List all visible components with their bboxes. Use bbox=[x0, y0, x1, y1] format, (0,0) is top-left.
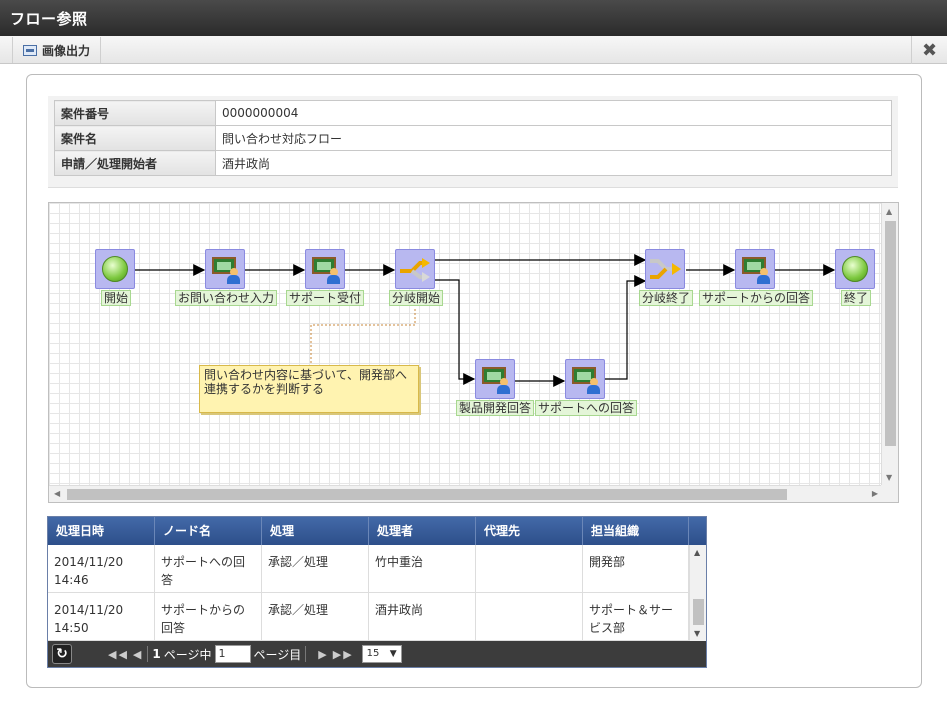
column-header-node[interactable]: ノード名 bbox=[155, 517, 262, 545]
branch-start-node[interactable] bbox=[395, 249, 435, 289]
cell-action: 承認／処理 bbox=[262, 593, 369, 641]
image-export-icon bbox=[23, 44, 37, 56]
cell-datetime: 2014/11/20 14:50 bbox=[48, 593, 155, 641]
diagram-vertical-scrollbar[interactable]: ▲ ▼ bbox=[881, 203, 898, 486]
flow-note: 問い合わせ内容に基づいて、開発部へ連携するかを判断する bbox=[199, 365, 419, 413]
cell-node: サポートへの回答 bbox=[155, 545, 262, 593]
scroll-down-icon[interactable]: ▼ bbox=[694, 629, 700, 638]
end-node-label: 終了 bbox=[841, 290, 872, 306]
prev-page-icon[interactable]: ◀ bbox=[133, 648, 143, 661]
info-row: 申請／処理開始者 酒井政尚 bbox=[54, 150, 892, 176]
pager: ↻ ◀◀ ◀ 1 ページ中 1 ページ目 ▶ ▶▶ 15 bbox=[48, 641, 706, 667]
column-header-user[interactable]: 処理者 bbox=[369, 517, 476, 545]
start-node-label: 開始 bbox=[101, 290, 132, 306]
scroll-thumb[interactable] bbox=[67, 489, 787, 500]
scroll-up-icon[interactable]: ▲ bbox=[694, 548, 700, 557]
pager-divider bbox=[147, 646, 149, 662]
info-row: 案件番号 0000000004 bbox=[54, 100, 892, 126]
user-task-icon bbox=[210, 254, 240, 284]
inquiry-node[interactable] bbox=[205, 249, 245, 289]
start-circle-icon bbox=[102, 256, 128, 282]
branch-end-node[interactable] bbox=[645, 249, 685, 289]
next-page-icon[interactable]: ▶ bbox=[318, 648, 328, 661]
case-info-table: 案件番号 0000000004 案件名 問い合わせ対応フロー 申請／処理開始者 … bbox=[54, 100, 892, 176]
cell-action: 承認／処理 bbox=[262, 545, 369, 593]
scroll-right-icon[interactable]: ▶ bbox=[872, 489, 878, 498]
user-task-icon bbox=[480, 364, 510, 394]
scroll-thumb[interactable] bbox=[693, 599, 704, 625]
column-header-datetime[interactable]: 処理日時 bbox=[48, 517, 155, 545]
page-size-select[interactable]: 15 bbox=[361, 645, 402, 663]
info-value: 問い合わせ対応フロー bbox=[215, 125, 892, 151]
cell-user: 酒井政尚 bbox=[369, 593, 476, 641]
flow-diagram[interactable]: 開始 お問い合わせ入力 サポート受付 分岐開始 製品開発回答 サポートへの回答 … bbox=[48, 202, 899, 503]
column-header-action[interactable]: 処理 bbox=[262, 517, 369, 545]
flow-connectors bbox=[135, 254, 836, 387]
table-row[interactable]: 2014/11/20 14:50 サポートからの回答 承認／処理 酒井政尚 サポ… bbox=[48, 593, 689, 641]
page-text-end: ページ目 bbox=[253, 647, 302, 662]
history-grid-body: 2014/11/20 14:46 サポートへの回答 承認／処理 竹中重治 開発部… bbox=[48, 545, 689, 641]
first-page-icon[interactable]: ◀◀ bbox=[108, 648, 129, 661]
case-info: 案件番号 0000000004 案件名 問い合わせ対応フロー 申請／処理開始者 … bbox=[48, 96, 898, 188]
column-header-org[interactable]: 担当組織 bbox=[583, 517, 689, 545]
history-grid-header: 処理日時 ノード名 処理 処理者 代理先 担当組織 bbox=[48, 517, 706, 545]
support-answer-to-node-label: サポートへの回答 bbox=[535, 400, 638, 416]
info-value: 酒井政尚 bbox=[215, 150, 892, 176]
table-row[interactable]: 2014/11/20 14:46 サポートへの回答 承認／処理 竹中重治 開発部 bbox=[48, 545, 689, 593]
current-page: 1 bbox=[152, 647, 161, 661]
user-task-icon bbox=[570, 364, 600, 394]
info-key: 案件番号 bbox=[54, 100, 216, 126]
cell-proxy bbox=[476, 593, 583, 641]
history-grid: 処理日時 ノード名 処理 処理者 代理先 担当組織 2014/11/20 14:… bbox=[47, 516, 707, 668]
cell-node: サポートからの回答 bbox=[155, 593, 262, 641]
inquiry-node-label: お問い合わせ入力 bbox=[175, 290, 278, 306]
scroll-down-icon[interactable]: ▼ bbox=[886, 473, 892, 482]
info-key: 申請／処理開始者 bbox=[54, 150, 216, 176]
info-key: 案件名 bbox=[54, 125, 216, 151]
window-title: フロー参照 bbox=[0, 0, 947, 36]
user-task-icon bbox=[310, 254, 340, 284]
end-node[interactable] bbox=[835, 249, 875, 289]
pager-divider bbox=[305, 646, 307, 662]
dev-answer-node-label: 製品開発回答 bbox=[456, 400, 535, 416]
support-answer-from-node-label: サポートからの回答 bbox=[699, 290, 814, 306]
end-circle-icon bbox=[842, 256, 868, 282]
cell-datetime: 2014/11/20 14:46 bbox=[48, 545, 155, 593]
start-node[interactable] bbox=[95, 249, 135, 289]
export-image-button[interactable]: 画像出力 bbox=[12, 37, 102, 63]
support-accept-node[interactable] bbox=[305, 249, 345, 289]
split-icon bbox=[400, 258, 430, 282]
last-page-icon[interactable]: ▶▶ bbox=[333, 648, 354, 661]
page-number-input[interactable]: 1 bbox=[214, 645, 251, 663]
scroll-corner bbox=[881, 485, 898, 502]
cell-org: 開発部 bbox=[583, 545, 689, 593]
merge-icon bbox=[650, 259, 681, 279]
support-answer-to-node[interactable] bbox=[565, 359, 605, 399]
support-answer-from-node[interactable] bbox=[735, 249, 775, 289]
diagram-horizontal-scrollbar[interactable]: ◀ ▶ bbox=[49, 485, 883, 502]
toolbar: 画像出力 ✖ bbox=[0, 36, 947, 64]
user-task-icon bbox=[740, 254, 770, 284]
scroll-up-icon[interactable]: ▲ bbox=[886, 207, 892, 216]
dev-answer-node[interactable] bbox=[475, 359, 515, 399]
info-row: 案件名 問い合わせ対応フロー bbox=[54, 125, 892, 151]
cell-org: サポート＆サービス部 bbox=[583, 593, 689, 641]
page-text-mid: ページ中 bbox=[163, 647, 212, 662]
support-accept-node-label: サポート受付 bbox=[286, 290, 365, 306]
branch-end-node-label: 分岐終了 bbox=[639, 290, 694, 306]
cell-proxy bbox=[476, 545, 583, 593]
export-image-label: 画像出力 bbox=[42, 43, 91, 58]
close-button[interactable]: ✖ bbox=[911, 36, 947, 64]
scroll-left-icon[interactable]: ◀ bbox=[54, 489, 60, 498]
info-value: 0000000004 bbox=[215, 100, 892, 126]
scroll-thumb[interactable] bbox=[885, 221, 896, 446]
history-grid-scrollbar[interactable]: ▲ ▼ bbox=[689, 545, 706, 641]
branch-start-node-label: 分岐開始 bbox=[389, 290, 444, 306]
column-header-proxy[interactable]: 代理先 bbox=[476, 517, 583, 545]
refresh-icon[interactable]: ↻ bbox=[52, 644, 72, 664]
cell-user: 竹中重治 bbox=[369, 545, 476, 593]
